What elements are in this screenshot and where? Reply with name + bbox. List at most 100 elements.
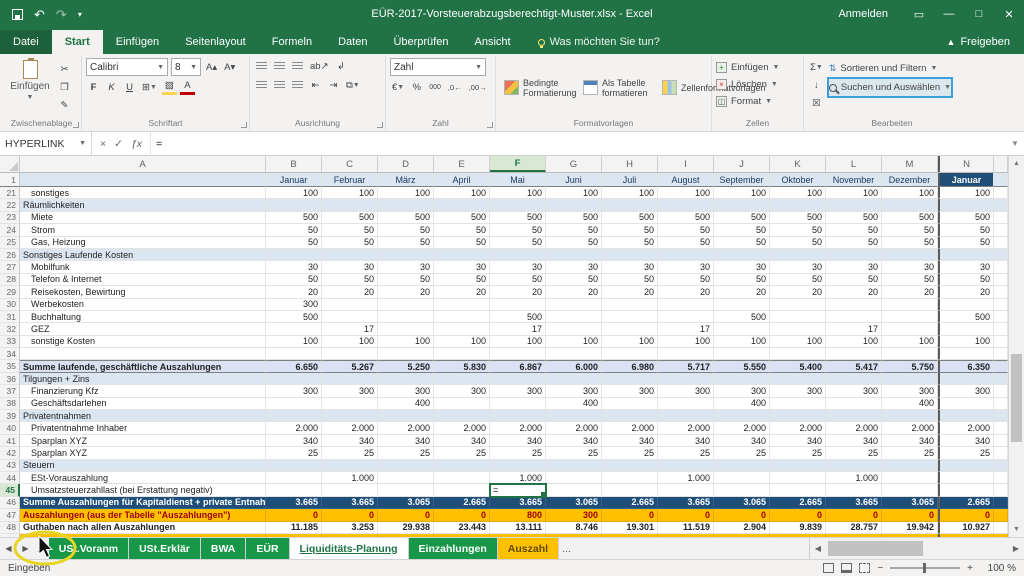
cell[interactable] <box>770 398 826 410</box>
cell[interactable]: 300 <box>658 385 714 397</box>
confirm-entry-icon[interactable]: ✓ <box>114 138 123 150</box>
cell[interactable]: 100 <box>602 187 658 199</box>
cell[interactable]: 20 <box>770 286 826 298</box>
cell[interactable] <box>266 249 322 261</box>
zoom-in-icon[interactable]: + <box>967 563 973 574</box>
cell[interactable] <box>826 311 882 323</box>
cell[interactable]: 50 <box>714 274 770 286</box>
cell[interactable]: 50 <box>546 237 602 249</box>
decrease-font-icon[interactable]: A▾ <box>222 59 237 75</box>
cell[interactable]: 100 <box>490 187 546 199</box>
cell[interactable]: 1.000 <box>490 472 546 484</box>
row-header[interactable]: 30 <box>0 299 20 311</box>
column-header[interactable]: A <box>20 156 266 172</box>
ribbon-tab-start[interactable]: Start <box>52 30 103 54</box>
name-box[interactable]: HYPERLINK ▼ <box>0 132 92 155</box>
frozen-label-cell[interactable] <box>20 173 266 187</box>
row-label-cell[interactable]: Räumlichkeiten <box>20 199 266 211</box>
column-header[interactable] <box>994 156 1008 172</box>
undo-icon[interactable]: ↶ <box>34 8 45 21</box>
cell[interactable]: 17 <box>658 323 714 335</box>
cell[interactable] <box>266 199 322 211</box>
cell[interactable] <box>434 199 490 211</box>
cell[interactable]: 500 <box>770 212 826 224</box>
cell[interactable] <box>882 472 938 484</box>
cell[interactable]: 100 <box>826 187 882 199</box>
cell[interactable] <box>826 299 882 311</box>
cell[interactable] <box>770 311 826 323</box>
cell[interactable]: 50 <box>490 237 546 249</box>
dialog-launcher-icon[interactable] <box>73 122 79 128</box>
cell[interactable]: 25 <box>322 447 378 459</box>
close-button[interactable]: ✕ <box>994 0 1024 28</box>
cell[interactable]: 100 <box>602 336 658 348</box>
cell[interactable]: 2.000 <box>546 422 602 434</box>
cell[interactable]: 6.867 <box>490 360 546 372</box>
cell[interactable] <box>546 472 602 484</box>
cell[interactable]: 500 <box>546 212 602 224</box>
row-header[interactable]: 1 <box>0 173 20 187</box>
row-label-cell[interactable]: Tilgungen + Zins <box>20 373 266 385</box>
cell[interactable] <box>322 534 378 537</box>
cell[interactable]: 20 <box>322 286 378 298</box>
row-label-cell[interactable]: Summe laufende, geschäftliche Auszahlung… <box>20 360 266 372</box>
cell[interactable]: 30 <box>826 261 882 273</box>
cell[interactable] <box>602 311 658 323</box>
align-center-icon[interactable] <box>274 81 285 90</box>
cell[interactable] <box>266 534 322 537</box>
cell[interactable] <box>434 460 490 472</box>
cell[interactable] <box>714 460 770 472</box>
cell[interactable]: 100 <box>658 336 714 348</box>
cell[interactable]: 100 <box>770 187 826 199</box>
cell[interactable]: 100 <box>266 336 322 348</box>
cell[interactable]: 50 <box>434 274 490 286</box>
cell[interactable] <box>602 410 658 422</box>
column-header[interactable]: H <box>602 156 658 172</box>
cell[interactable]: 30 <box>602 261 658 273</box>
cell[interactable] <box>658 398 714 410</box>
cell[interactable]: 30 <box>714 261 770 273</box>
cell[interactable]: 50 <box>434 224 490 236</box>
cell[interactable]: 0 <box>882 509 938 521</box>
cell[interactable]: 500 <box>602 212 658 224</box>
cell[interactable] <box>770 534 826 537</box>
row-label-cell[interactable]: Privatentnahmen <box>20 410 266 422</box>
sign-in-link[interactable]: Anmelden <box>838 8 888 20</box>
cell[interactable]: 300 <box>602 385 658 397</box>
cell[interactable] <box>938 199 994 211</box>
sheet-tab-ust-erklär[interactable]: USt.Erklär <box>129 538 201 559</box>
cell[interactable] <box>826 348 882 360</box>
cell[interactable]: 300 <box>490 385 546 397</box>
cell[interactable] <box>938 410 994 422</box>
cell[interactable] <box>882 311 938 323</box>
tab-scroll-left-icon[interactable]: ◀ <box>0 538 17 559</box>
cell[interactable]: 6.350 <box>938 360 994 372</box>
cell[interactable] <box>826 460 882 472</box>
cell[interactable] <box>266 323 322 335</box>
cell[interactable]: 50 <box>378 274 434 286</box>
dialog-launcher-icon[interactable] <box>487 122 493 128</box>
cell[interactable]: 20 <box>938 286 994 298</box>
cell[interactable] <box>434 472 490 484</box>
cell[interactable] <box>658 299 714 311</box>
cell[interactable] <box>490 299 546 311</box>
cell[interactable] <box>714 410 770 422</box>
cell[interactable]: 50 <box>770 274 826 286</box>
cell[interactable]: 2.000 <box>322 422 378 434</box>
cell[interactable]: 5.550 <box>714 360 770 372</box>
cell[interactable]: 2.000 <box>602 422 658 434</box>
cell[interactable] <box>658 484 714 496</box>
cell[interactable] <box>882 299 938 311</box>
cell[interactable] <box>322 311 378 323</box>
cell[interactable]: 20 <box>882 286 938 298</box>
column-header[interactable]: M <box>882 156 938 172</box>
cell[interactable]: 20 <box>490 286 546 298</box>
cell[interactable]: 0 <box>714 509 770 521</box>
cell[interactable]: 2.000 <box>266 422 322 434</box>
cell[interactable] <box>658 348 714 360</box>
row-header[interactable]: 45 <box>0 484 20 496</box>
cell[interactable] <box>546 323 602 335</box>
sheet-tab-einzahlungen[interactable]: Einzahlungen <box>409 538 498 559</box>
vertical-scrollbar[interactable]: ▲ ▼ <box>1008 156 1024 537</box>
month-header-cell[interactable]: Mai <box>490 173 546 187</box>
